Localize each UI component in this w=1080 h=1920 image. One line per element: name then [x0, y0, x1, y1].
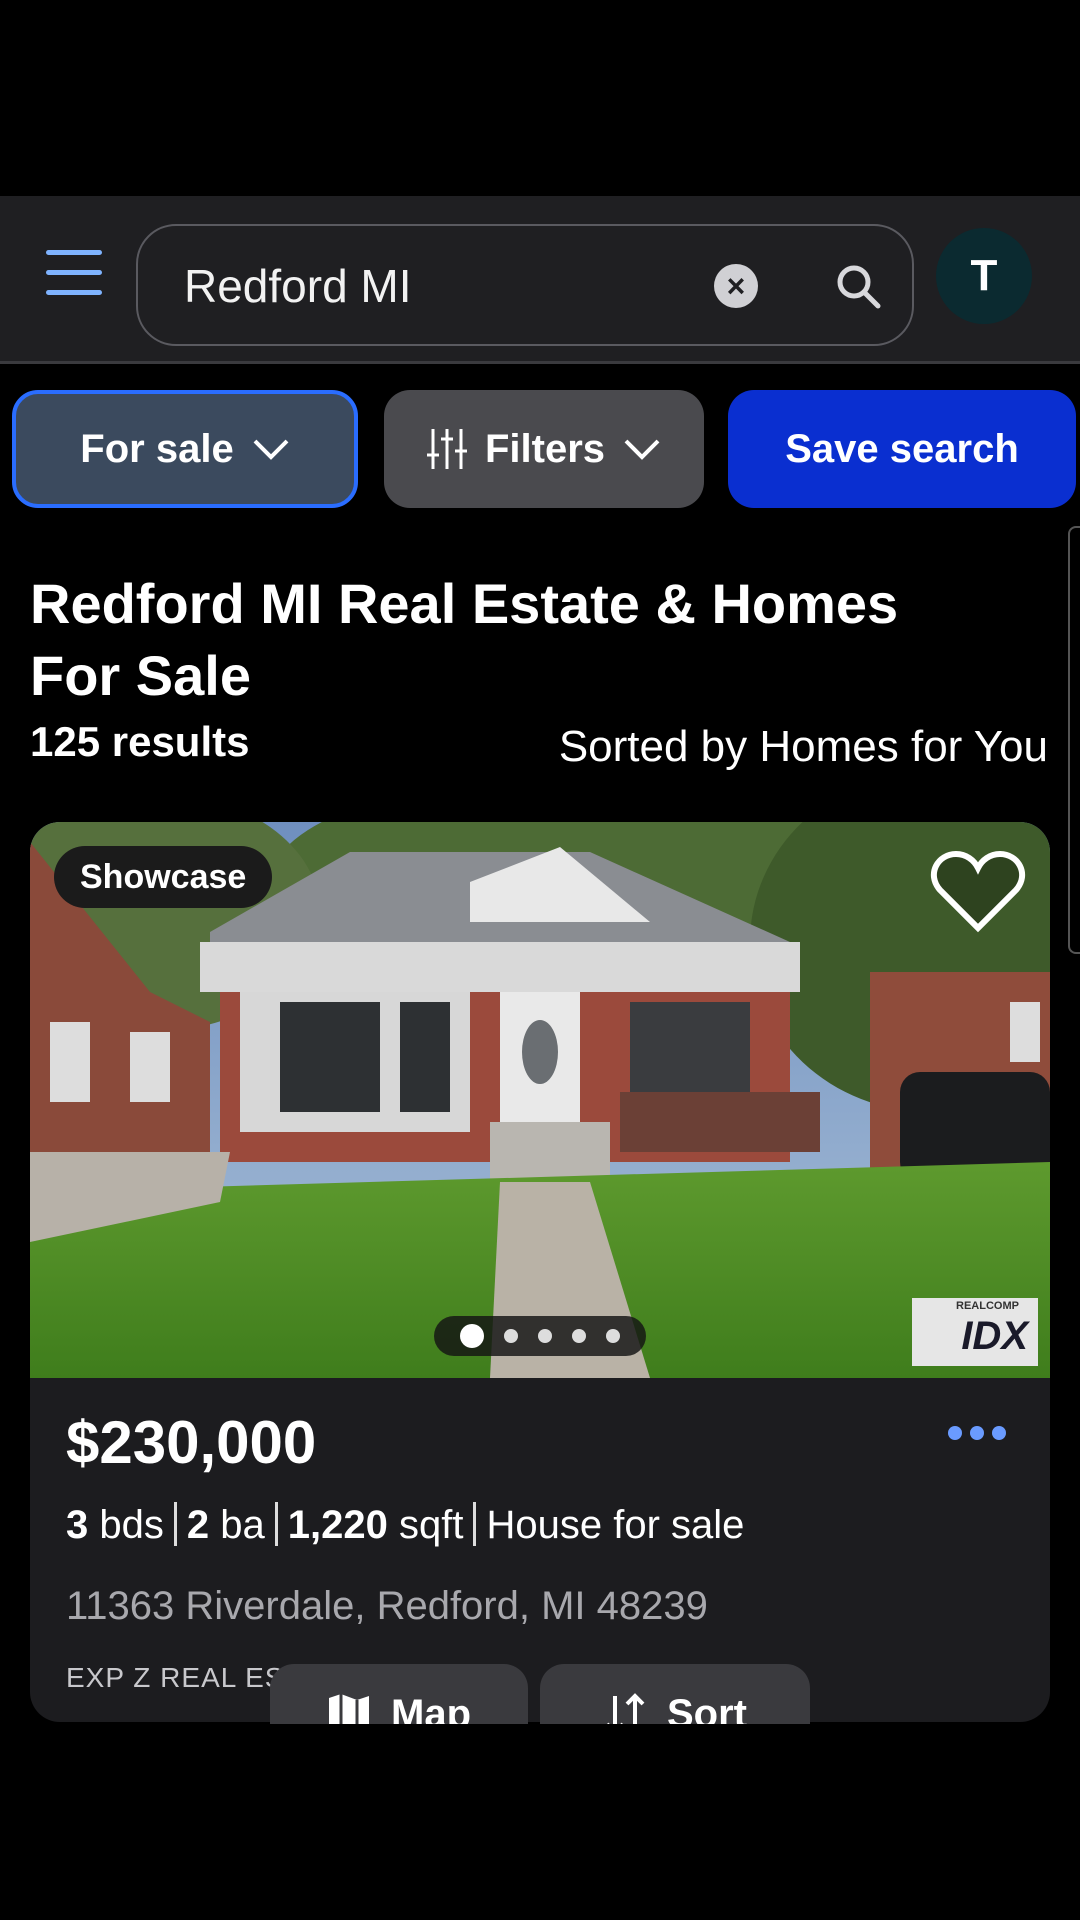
- for-sale-dropdown[interactable]: For sale: [12, 390, 358, 508]
- more-options-icon[interactable]: [948, 1426, 1006, 1440]
- menu-icon[interactable]: [46, 250, 102, 296]
- listing-card[interactable]: Showcase REALCOMP IDX $230,000 3 bds 2 ba…: [30, 822, 1050, 1722]
- page-title-line2: For Sale: [30, 644, 251, 707]
- page-title: Redford MI Real Estate & Homes For Sale: [30, 568, 1050, 712]
- carousel-dot[interactable]: [606, 1329, 620, 1343]
- baths-value: 2: [186, 1503, 210, 1547]
- clear-search-icon[interactable]: ×: [714, 264, 758, 308]
- beds-value: 3: [66, 1503, 89, 1547]
- listing-address: 11363 Riverdale, Redford, MI 48239: [66, 1584, 708, 1628]
- carousel-dot[interactable]: [460, 1324, 484, 1348]
- listing-type: House for sale: [486, 1503, 745, 1547]
- sort-label[interactable]: Sorted by Homes for You: [559, 722, 1048, 772]
- carousel-dot[interactable]: [572, 1329, 586, 1343]
- listing-price: $230,000: [66, 1409, 317, 1476]
- listing-facts: 3 bds 2 ba 1,220 sqft House for sale: [66, 1502, 744, 1548]
- search-input[interactable]: [182, 248, 706, 324]
- save-search-label: Save search: [785, 426, 1019, 471]
- chevron-down-icon: [253, 439, 289, 460]
- user-avatar[interactable]: T: [936, 228, 1032, 324]
- search-box[interactable]: ×: [136, 224, 914, 346]
- photo-carousel-dots[interactable]: [434, 1316, 646, 1356]
- top-bar: × T: [0, 196, 1080, 364]
- filters-dropdown[interactable]: Filters: [384, 390, 704, 508]
- results-count: 125 results: [30, 718, 250, 765]
- heart-icon[interactable]: [930, 848, 1026, 936]
- showcase-badge: Showcase: [54, 846, 273, 908]
- carousel-dot[interactable]: [504, 1329, 518, 1343]
- scrollbar[interactable]: [1068, 526, 1080, 954]
- for-sale-label: For sale: [80, 426, 234, 471]
- bottom-area: [0, 1724, 1080, 1920]
- sqft-value: 1,220: [287, 1503, 388, 1547]
- search-icon[interactable]: [834, 262, 882, 310]
- chevron-down-icon: [624, 439, 660, 460]
- baths-unit: ba: [220, 1503, 265, 1547]
- idx-logo-small-text: REALCOMP: [956, 1300, 1019, 1312]
- page-title-line1: Redford MI Real Estate & Homes: [30, 572, 899, 635]
- sqft-unit: sqft: [398, 1503, 464, 1547]
- beds-unit: bds: [99, 1503, 164, 1547]
- save-search-button[interactable]: Save search: [728, 390, 1076, 508]
- sliders-icon: [426, 429, 467, 469]
- filters-label: Filters: [484, 426, 606, 471]
- idx-logo: REALCOMP IDX: [912, 1298, 1038, 1366]
- carousel-dot[interactable]: [538, 1329, 552, 1343]
